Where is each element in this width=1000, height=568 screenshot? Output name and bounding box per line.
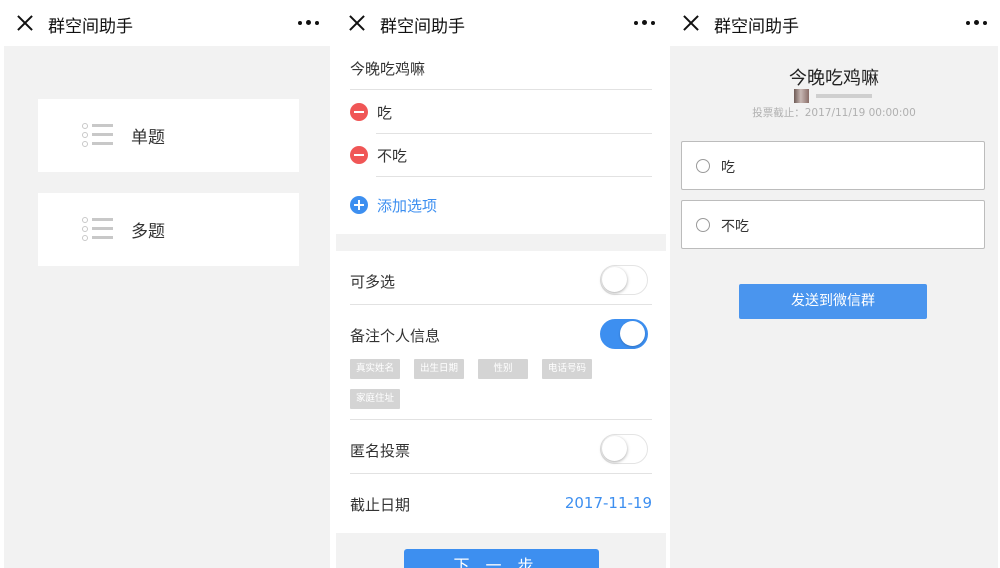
page-title: 群空间助手 [714,17,799,37]
personal-info-label: 备注个人信息 [350,327,441,345]
divider [350,419,652,420]
add-option-label: 添加选项 [377,197,438,215]
option-row: 吃 [350,101,650,123]
vote-option-label: 不吃 [721,219,749,235]
add-option-button[interactable]: 添加选项 [350,194,650,216]
creator-info [794,89,874,103]
title-bar: 群空间助手 [670,0,998,46]
creator-name-blurred [816,94,872,98]
close-icon[interactable] [16,14,34,32]
info-field-chip[interactable]: 真实姓名 [350,359,400,379]
option-input[interactable]: 不吃 [377,145,407,166]
divider [350,304,652,305]
vote-content-section: 今晚吃鸡嘛 吃 不吃 添加选项 [336,46,666,234]
next-button[interactable]: 下一步 [404,549,599,568]
multi-question-card[interactable]: 多题 [38,193,299,266]
anonymous-toggle[interactable] [600,434,648,464]
remove-option-icon[interactable] [350,146,368,164]
vote-settings-section: 可多选 备注个人信息 真实姓名 出生日期 性别 电话号码 家庭住址 匿名投票 截… [336,251,666,533]
vote-option[interactable]: 不吃 [681,200,985,249]
deadline-label: 截止日期 [350,496,411,514]
vote-deadline: 投票截止：2017/11/19 00:00:00 [752,107,916,119]
question-input[interactable]: 今晚吃鸡嘛 [350,58,425,79]
list-icon [82,123,114,149]
option-row: 不吃 [350,144,650,166]
multi-select-toggle[interactable] [600,265,648,295]
more-icon[interactable] [966,20,988,27]
radio-icon [696,159,710,173]
anonymous-label: 匿名投票 [350,442,411,460]
create-vote-screen: 群空间助手 今晚吃鸡嘛 吃 不吃 添加选项 可多选 备注个人信息 真实姓名 出生… [336,0,666,568]
info-field-chip[interactable]: 出生日期 [414,359,464,379]
option-input[interactable]: 吃 [377,102,392,123]
divider [376,176,652,177]
divider [376,133,652,134]
multi-question-label: 多题 [131,222,165,242]
page-title: 群空间助手 [48,17,133,37]
info-field-chip[interactable]: 性别 [478,359,528,379]
page-title: 群空间助手 [380,17,465,37]
deadline-value[interactable]: 2017-11-19 [565,494,652,512]
single-question-card[interactable]: 单题 [38,99,299,172]
info-field-chip[interactable]: 家庭住址 [350,389,400,409]
vote-preview-screen: 群空间助手 今晚吃鸡嘛 投票截止：2017/11/19 00:00:00 吃 不… [670,0,998,568]
radio-icon [696,218,710,232]
plus-icon [350,196,368,214]
more-icon[interactable] [634,20,656,27]
type-select-screen: 群空间助手 单题 多题 [4,0,330,568]
personal-info-toggle[interactable] [600,319,648,349]
more-icon[interactable] [298,20,320,27]
title-bar: 群空间助手 [336,0,666,46]
list-icon [82,217,114,243]
vote-option[interactable]: 吃 [681,141,985,190]
vote-title: 今晚吃鸡嘛 [789,68,879,89]
close-icon[interactable] [348,14,366,32]
close-icon[interactable] [682,14,700,32]
divider [350,89,652,90]
single-question-label: 单题 [131,128,165,148]
send-to-group-button[interactable]: 发送到微信群 [739,284,927,319]
multi-select-label: 可多选 [350,273,396,291]
remove-option-icon[interactable] [350,103,368,121]
divider [350,473,652,474]
title-bar: 群空间助手 [4,0,330,46]
vote-option-label: 吃 [721,160,735,176]
info-field-chip[interactable]: 电话号码 [542,359,592,379]
avatar [794,89,809,103]
